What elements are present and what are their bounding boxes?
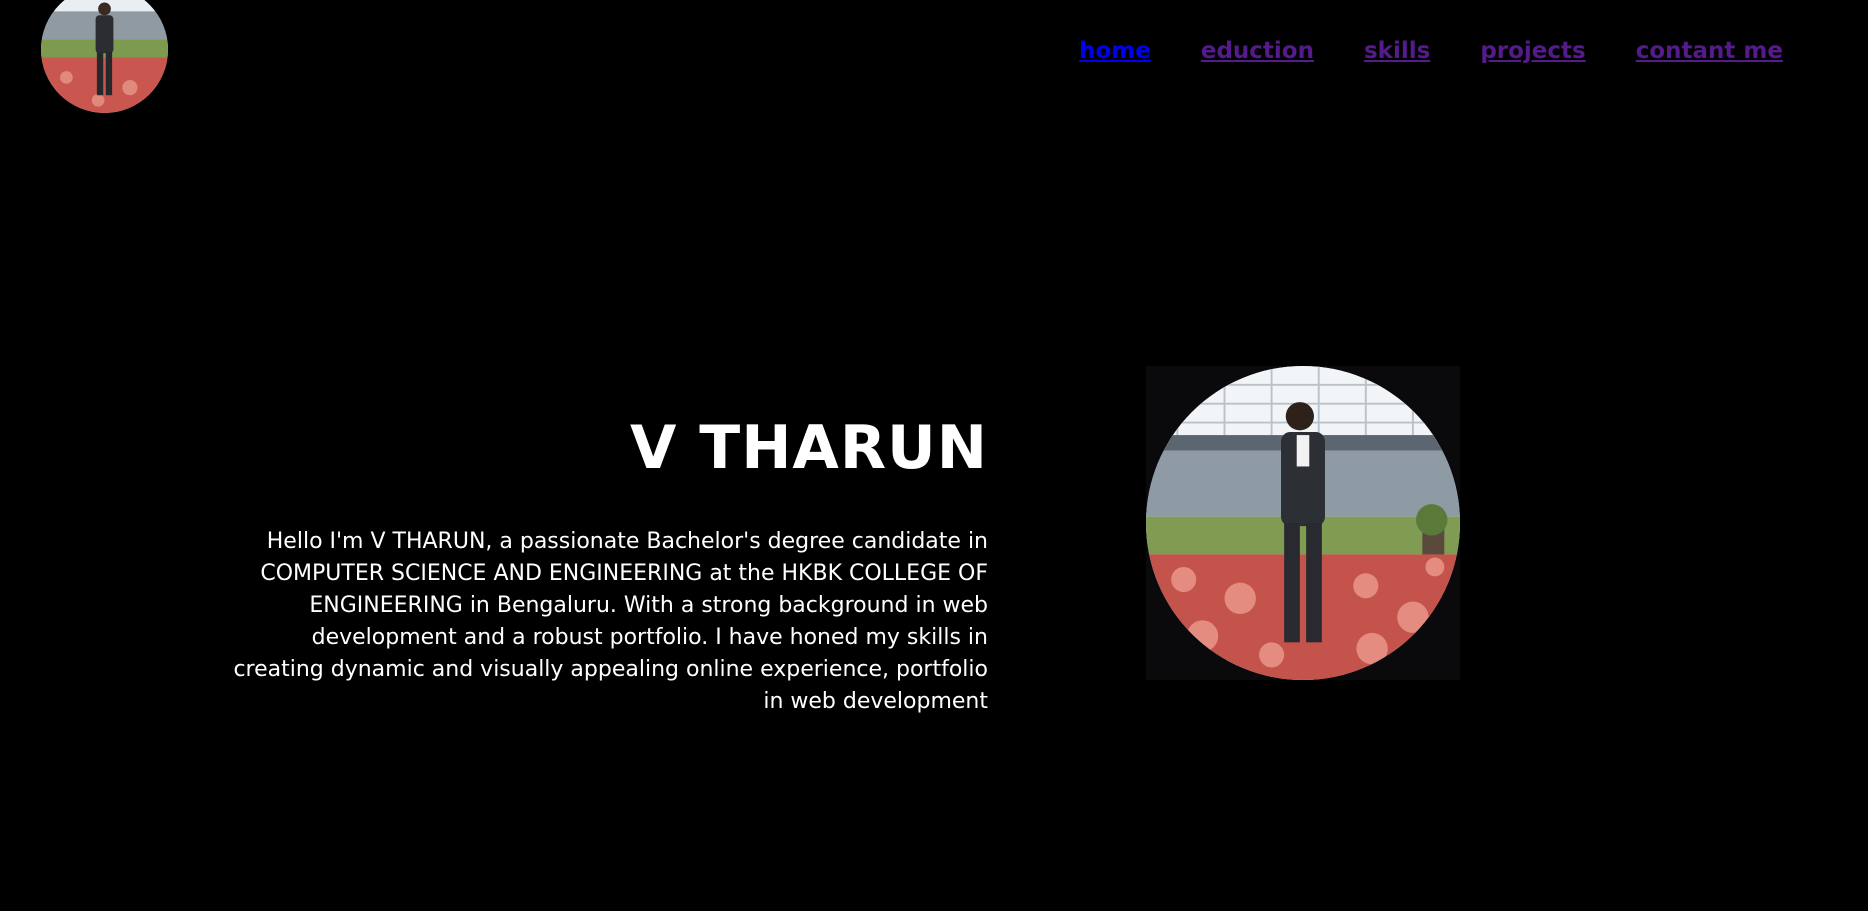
hero-bio: Hello I'm V THARUN, a passionate Bachelo… [233, 529, 988, 714]
hero-portrait [1146, 366, 1460, 680]
hero-text: V THARUN Hello I'm V THARUN, a passionat… [230, 410, 988, 718]
main-nav: home eduction skills projects contant me [1079, 38, 1783, 64]
nav-contact-link[interactable]: contant me [1636, 38, 1783, 64]
person-photo-icon [1146, 366, 1460, 680]
nav-skills-link[interactable]: skills [1364, 38, 1430, 64]
hero-portrait-frame [1146, 366, 1460, 680]
hero-name: V THARUN [629, 413, 988, 483]
page: home eduction skills projects contant me… [0, 0, 1868, 911]
nav-home-link[interactable]: home [1079, 38, 1151, 64]
nav-projects-link[interactable]: projects [1480, 38, 1585, 64]
person-photo-icon [41, 0, 168, 113]
nav-education-link[interactable]: eduction [1201, 38, 1314, 64]
header-logo-avatar[interactable] [41, 0, 168, 113]
